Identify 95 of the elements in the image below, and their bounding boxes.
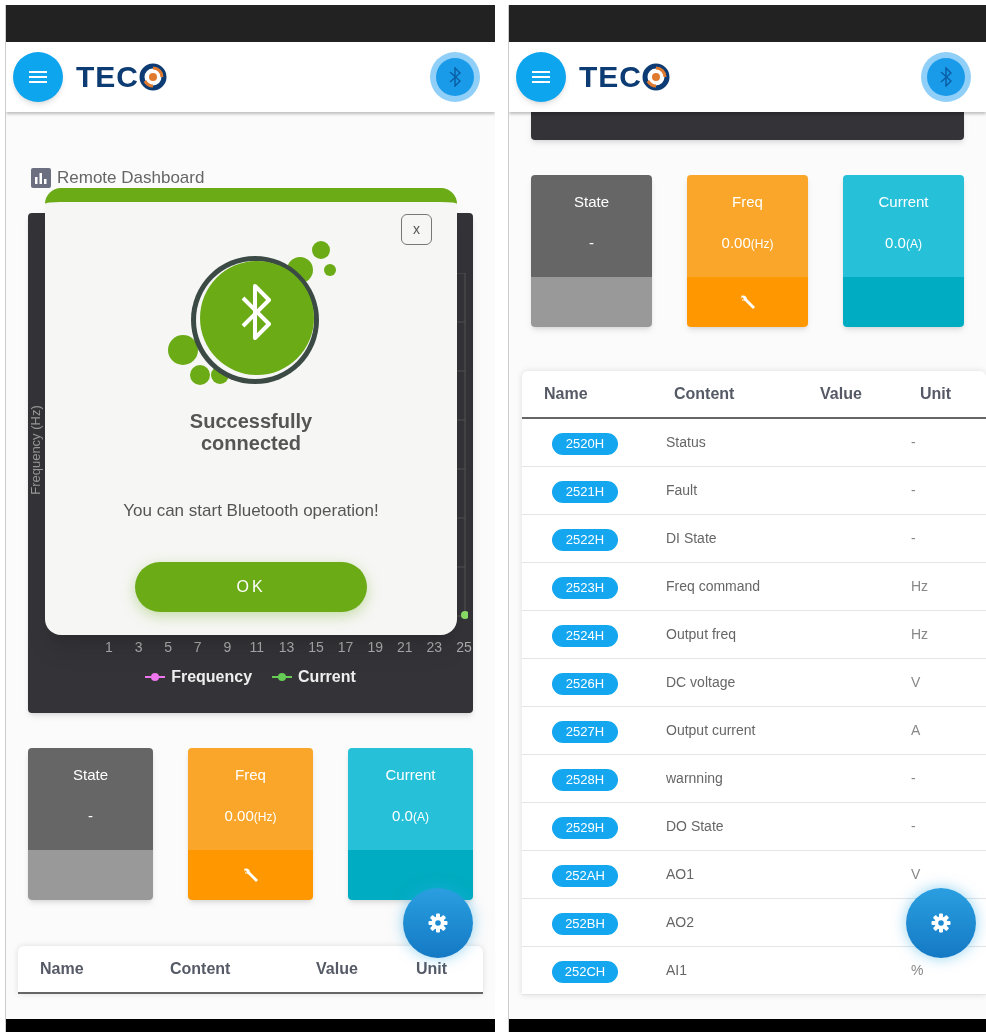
column-header: Value (819, 384, 863, 404)
bluetooth-icon (940, 67, 952, 87)
card-label: State (73, 765, 108, 785)
table-cell-text: AI1 (665, 961, 688, 980)
swirl-logo-icon (139, 63, 167, 91)
dashboard-title: Remote Dashboard (57, 167, 205, 190)
x-tick-label: 3 (133, 638, 144, 657)
register-badge: 252AH (552, 864, 618, 887)
table-cell-text: Status (665, 433, 707, 452)
card-value: 0.0 (392, 805, 413, 826)
table-cell-text: warnning (665, 769, 724, 788)
swirl-logo-icon (642, 63, 670, 91)
y-axis-label: Frequency (Hz) (29, 404, 43, 497)
table-cell-text: Output freq (665, 625, 738, 644)
card-label: Current (385, 765, 436, 785)
dialog-title: Successfully connected (188, 410, 314, 454)
register-badge: 2526H (552, 672, 618, 695)
register-badge: 2529H (552, 816, 618, 839)
table-cell-text: - (910, 481, 917, 500)
card-unit: (A) (412, 808, 429, 826)
x-tick-label: 5 (163, 638, 174, 657)
column-header: Unit (919, 384, 953, 404)
card-label: Freq (235, 765, 266, 785)
table-cell-text: - (910, 433, 917, 452)
x-tick-label: 19 (366, 638, 384, 657)
table-cell-text: Hz (910, 625, 930, 644)
table-cell-text: - (910, 817, 917, 836)
x-tick-label: 15 (307, 638, 325, 657)
logo-text: TEC (579, 62, 642, 92)
register-badge: 2527H (552, 720, 618, 743)
card-value: - (589, 232, 594, 253)
card-value: - (88, 805, 93, 826)
table-cell-text: A (910, 721, 922, 740)
card-value: 0.00 (224, 805, 254, 826)
x-tick-label: 13 (277, 638, 296, 657)
x-tick-label: 1 (104, 638, 114, 657)
table-cell-text: V (910, 865, 922, 884)
table-cell-text: Fault (665, 481, 699, 500)
menu-button[interactable] (516, 52, 566, 102)
register-badge: 2524H (552, 624, 618, 647)
card-label: Freq (732, 192, 763, 212)
table-cell-text: Freq command (665, 577, 762, 596)
menu-icon (29, 70, 47, 84)
menu-icon (532, 70, 550, 84)
bar-chart-icon (31, 168, 51, 188)
card-value: 0.0 (885, 232, 906, 253)
x-tick-label: 11 (248, 638, 266, 657)
table-cell-text: V (910, 673, 922, 692)
register-badge: 2520H (552, 432, 618, 455)
card-label: Current (878, 192, 929, 212)
dialog-message: You can start Bluetooth operation! (123, 500, 379, 522)
column-header: Unit (415, 959, 449, 979)
bluetooth-icon (449, 67, 461, 87)
legend-label: Frequency (171, 667, 253, 687)
x-tick-label: 17 (336, 638, 355, 657)
bluetooth-button[interactable] (921, 52, 971, 102)
register-badge: 252CH (552, 960, 618, 983)
card-unit: (Hz) (750, 235, 774, 253)
table-cell-text: Hz (910, 577, 930, 596)
card-unit: (Hz) (253, 808, 277, 826)
column-header: Value (315, 959, 359, 979)
wrench-icon (241, 866, 260, 884)
column-header: Content (673, 384, 736, 404)
register-badge: 252BH (552, 912, 618, 935)
register-badge: 2522H (552, 528, 618, 551)
table-cell-text: DI State (665, 529, 718, 548)
register-badge: 2523H (552, 576, 618, 599)
menu-button[interactable] (13, 52, 63, 102)
card-value: 0.00 (721, 232, 751, 253)
column-header: Name (39, 959, 85, 979)
table-cell-text: AO1 (665, 865, 695, 884)
table-cell-text: AO2 (665, 913, 695, 932)
x-tick-label: 25 (455, 638, 473, 657)
x-tick-label: 9 (222, 638, 233, 657)
column-header: Content (169, 959, 232, 979)
register-badge: 2528H (552, 768, 618, 791)
bluetooth-button[interactable] (430, 52, 480, 102)
x-tick-label: 21 (396, 638, 414, 657)
register-badge: 2521H (552, 480, 618, 503)
table-cell-text: Output current (665, 721, 757, 740)
table-cell-text: - (910, 529, 917, 548)
x-tick-label: 7 (192, 638, 203, 657)
x-tick-label: 23 (425, 638, 444, 657)
table-cell-text: % (910, 961, 925, 980)
card-label: State (574, 192, 609, 212)
column-header: Name (543, 384, 589, 404)
settings-icon (428, 913, 448, 933)
card-unit: (A) (905, 235, 922, 253)
legend-label: Current (298, 667, 356, 687)
table-cell-text: DO State (665, 817, 725, 836)
close-button[interactable]: x (401, 214, 432, 245)
logo-text: TEC (76, 62, 139, 92)
table-cell-text: - (910, 769, 917, 788)
table-cell-text: DC voltage (665, 673, 737, 692)
settings-icon (931, 913, 951, 933)
